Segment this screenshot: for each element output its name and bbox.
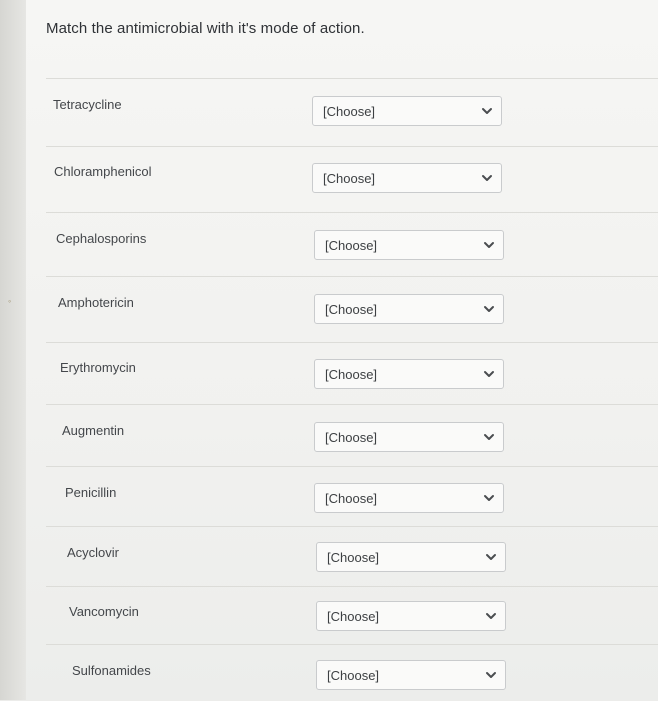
chevron-down-icon [485, 551, 497, 563]
matching-row: Chloramphenicol [Choose] [46, 146, 658, 207]
matching-row: Vancomycin [Choose] [46, 586, 658, 643]
row-label-amphotericin: Amphotericin [58, 295, 134, 310]
chevron-down-icon [481, 105, 493, 117]
chevron-down-icon [483, 368, 495, 380]
page-margin: ◦ [0, 0, 26, 700]
answer-select[interactable]: [Choose] [314, 483, 504, 513]
row-label-tetracycline: Tetracycline [53, 97, 122, 112]
select-value: [Choose] [325, 238, 378, 253]
select-value: [Choose] [325, 491, 378, 506]
answer-select[interactable]: [Choose] [314, 230, 504, 260]
matching-row: Penicillin [Choose] [46, 466, 658, 527]
row-label-augmentin: Augmentin [62, 423, 125, 438]
answer-select[interactable]: [Choose] [312, 163, 502, 193]
row-label-cephalosporins: Cephalosporins [56, 231, 147, 246]
answer-select[interactable]: [Choose] [316, 660, 506, 690]
chevron-down-icon [483, 239, 495, 251]
select-value: [Choose] [325, 367, 378, 382]
chevron-down-icon [485, 669, 497, 681]
select-value: [Choose] [327, 550, 380, 565]
select-value: [Choose] [327, 609, 380, 624]
matching-row: Erythromycin [Choose] [46, 342, 658, 403]
answer-select[interactable]: [Choose] [314, 294, 504, 324]
matching-list: Tetracycline [Choose] Chloramphenicol [C… [26, 0, 658, 700]
select-value: [Choose] [327, 668, 380, 683]
chevron-down-icon [483, 431, 495, 443]
row-label-chloramphenicol: Chloramphenicol [54, 164, 152, 179]
answer-select[interactable]: [Choose] [314, 359, 504, 389]
matching-row: Tetracycline [Choose] [46, 78, 658, 139]
chevron-down-icon [481, 172, 493, 184]
select-value: [Choose] [325, 430, 378, 445]
select-value: [Choose] [323, 104, 376, 119]
matching-row: Augmentin [Choose] [46, 404, 658, 465]
row-label-sulfonamides: Sulfonamides [72, 663, 151, 678]
row-label-vancomycin: Vancomycin [69, 604, 139, 619]
chevron-down-icon [485, 610, 497, 622]
matching-row: Sulfonamides [Choose] [46, 644, 658, 701]
margin-mark: ◦ [8, 296, 12, 306]
answer-select[interactable]: [Choose] [316, 542, 506, 572]
matching-row: Amphotericin [Choose] [46, 276, 658, 337]
chevron-down-icon [483, 303, 495, 315]
matching-row: Cephalosporins [Choose] [46, 212, 658, 273]
row-label-penicillin: Penicillin [65, 485, 117, 500]
select-value: [Choose] [325, 302, 378, 317]
answer-select[interactable]: [Choose] [312, 96, 502, 126]
chevron-down-icon [483, 492, 495, 504]
select-value: [Choose] [323, 171, 376, 186]
matching-row: Acyclovir [Choose] [46, 526, 658, 585]
row-label-acyclovir: Acyclovir [67, 545, 120, 560]
row-label-erythromycin: Erythromycin [60, 360, 136, 375]
answer-select[interactable]: [Choose] [316, 601, 506, 631]
question-card: Match the antimicrobial with it's mode o… [26, 0, 658, 700]
answer-select[interactable]: [Choose] [314, 422, 504, 452]
